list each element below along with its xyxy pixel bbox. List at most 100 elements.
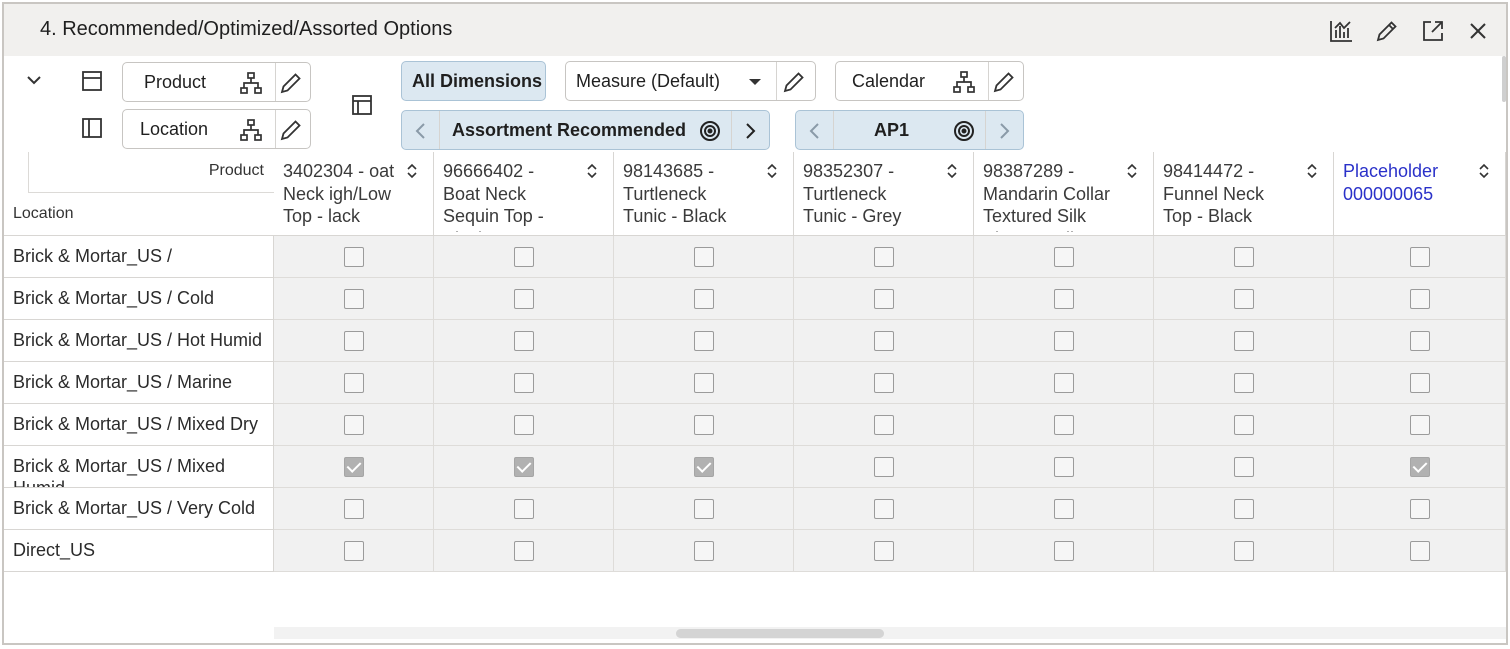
checkbox[interactable] (513, 498, 534, 519)
checkbox[interactable] (513, 414, 534, 435)
caret-down-icon[interactable] (742, 69, 768, 95)
checkbox[interactable] (1053, 540, 1074, 561)
checkbox-checked[interactable] (513, 456, 534, 477)
edit-pencil-icon[interactable] (781, 69, 807, 95)
checkbox[interactable] (343, 372, 364, 393)
checkbox[interactable] (1053, 288, 1074, 309)
checkbox[interactable] (873, 246, 894, 267)
sort-icon[interactable] (1475, 162, 1493, 180)
checkbox[interactable] (1053, 330, 1074, 351)
vertical-scrollbar[interactable] (1502, 56, 1506, 102)
checkbox[interactable] (1409, 540, 1430, 561)
checkbox[interactable] (1053, 498, 1074, 519)
checkbox[interactable] (1409, 246, 1430, 267)
checkbox[interactable] (1233, 498, 1254, 519)
checkbox[interactable] (343, 246, 364, 267)
sort-icon[interactable] (1303, 162, 1321, 180)
checkbox[interactable] (343, 414, 364, 435)
edit-pencil-icon[interactable] (278, 70, 304, 96)
checkbox[interactable] (1233, 246, 1254, 267)
checkbox[interactable] (1233, 456, 1254, 477)
checkbox[interactable] (873, 498, 894, 519)
checkbox[interactable] (343, 288, 364, 309)
checkbox-checked[interactable] (1409, 456, 1430, 477)
checkbox[interactable] (1409, 498, 1430, 519)
checkbox[interactable] (693, 372, 714, 393)
pivot-swap-icon[interactable] (348, 91, 376, 119)
checkbox[interactable] (513, 288, 534, 309)
checkbox[interactable] (343, 330, 364, 351)
checkbox[interactable] (693, 540, 714, 561)
checkbox[interactable] (693, 414, 714, 435)
checkbox[interactable] (873, 540, 894, 561)
hierarchy-icon[interactable] (238, 70, 264, 96)
scrollbar-thumb[interactable] (676, 629, 884, 638)
checkbox[interactable] (693, 246, 714, 267)
checkbox[interactable] (1409, 288, 1430, 309)
checkbox[interactable] (343, 498, 364, 519)
column-header[interactable]: 3402304 - oat Neck igh/Low Top - lack (274, 152, 434, 236)
chevron-left-icon[interactable] (802, 118, 828, 144)
checkbox[interactable] (1409, 414, 1430, 435)
column-header[interactable]: 98387289 - Mandarin Collar Textured Silk… (974, 152, 1154, 236)
column-header[interactable]: 98352307 - Turtleneck Tunic - Grey (794, 152, 974, 236)
sort-icon[interactable] (1123, 162, 1141, 180)
checkbox[interactable] (1233, 372, 1254, 393)
hierarchy-icon[interactable] (951, 69, 977, 95)
all-dimensions-button[interactable]: All Dimensions (401, 61, 546, 101)
chart-icon[interactable] (1328, 18, 1354, 44)
checkbox-checked[interactable] (343, 456, 364, 477)
edit-pencil-icon[interactable] (1374, 18, 1400, 44)
close-icon[interactable] (1465, 18, 1491, 44)
target-icon[interactable] (697, 118, 723, 144)
chevron-down-icon[interactable] (20, 66, 48, 94)
expand-icon[interactable] (1420, 18, 1446, 44)
column-layout-icon[interactable] (78, 114, 106, 142)
product-dimension-pill[interactable]: Product (122, 62, 311, 102)
row-layout-icon[interactable] (78, 67, 106, 95)
column-header[interactable]: 98414472 - Funnel Neck Top - Black (1154, 152, 1334, 236)
checkbox[interactable] (1053, 246, 1074, 267)
checkbox[interactable] (343, 540, 364, 561)
checkbox[interactable] (693, 330, 714, 351)
location-dimension-pill[interactable]: Location (122, 109, 311, 149)
checkbox[interactable] (513, 372, 534, 393)
checkbox[interactable] (1053, 456, 1074, 477)
checkbox[interactable] (1053, 372, 1074, 393)
checkbox[interactable] (873, 288, 894, 309)
edit-pencil-icon[interactable] (278, 117, 304, 143)
chevron-right-icon[interactable] (737, 118, 763, 144)
target-icon[interactable] (951, 118, 977, 144)
chevron-left-icon[interactable] (408, 118, 434, 144)
calendar-dimension-pill[interactable]: Calendar (835, 61, 1024, 101)
checkbox-checked[interactable] (693, 456, 714, 477)
checkbox[interactable] (873, 372, 894, 393)
checkbox[interactable] (1409, 330, 1430, 351)
column-header[interactable]: Placeholder 000000065 (1334, 152, 1506, 236)
checkbox[interactable] (1233, 540, 1254, 561)
checkbox[interactable] (513, 330, 534, 351)
checkbox[interactable] (1233, 330, 1254, 351)
checkbox[interactable] (1233, 288, 1254, 309)
checkbox[interactable] (693, 498, 714, 519)
checkbox[interactable] (513, 246, 534, 267)
sort-icon[interactable] (763, 162, 781, 180)
checkbox[interactable] (873, 330, 894, 351)
edit-pencil-icon[interactable] (991, 69, 1017, 95)
horizontal-scrollbar[interactable] (274, 627, 1506, 639)
hierarchy-icon[interactable] (238, 117, 264, 143)
checkbox[interactable] (513, 540, 534, 561)
sort-icon[interactable] (583, 162, 601, 180)
checkbox[interactable] (1233, 414, 1254, 435)
measure-dropdown[interactable]: Measure (Default) (565, 61, 816, 101)
column-header[interactable]: 96666402 - Boat Neck Sequin Top - Black (434, 152, 614, 236)
checkbox[interactable] (873, 456, 894, 477)
sort-icon[interactable] (403, 162, 421, 180)
checkbox[interactable] (1409, 372, 1430, 393)
checkbox[interactable] (693, 288, 714, 309)
sort-icon[interactable] (943, 162, 961, 180)
column-header[interactable]: 98143685 - Turtleneck Tunic - Black (614, 152, 794, 236)
column-header-label[interactable]: Placeholder 000000065 (1343, 160, 1473, 232)
checkbox[interactable] (1053, 414, 1074, 435)
chevron-right-icon[interactable] (991, 118, 1017, 144)
